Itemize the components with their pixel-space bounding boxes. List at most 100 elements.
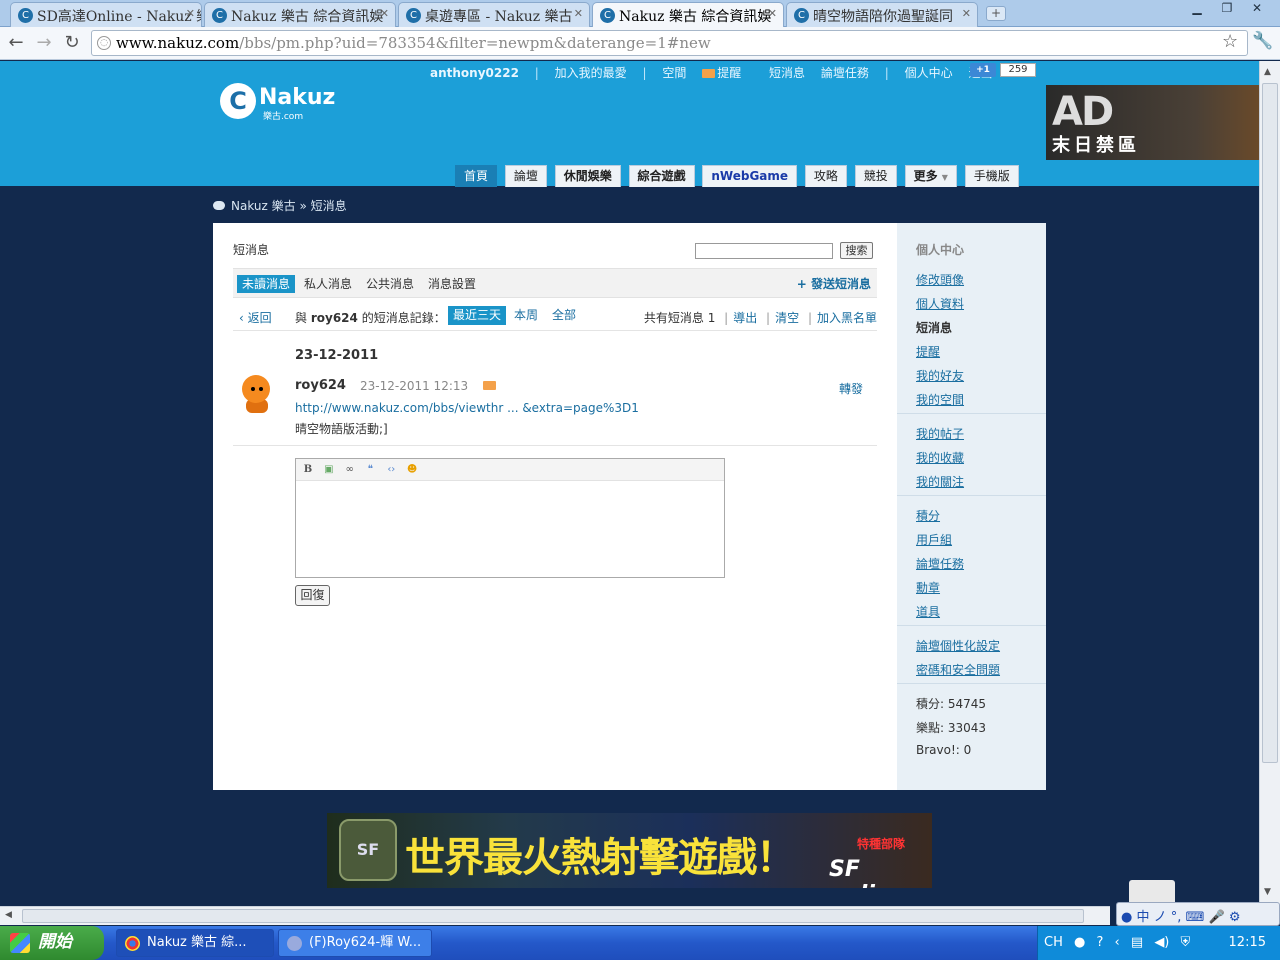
clear-link[interactable]: 清空 [775,311,799,325]
blacklist-link[interactable]: 加入黑名單 [817,311,877,325]
tab-private[interactable]: 私人消息 [304,275,352,293]
forward-link[interactable]: 轉發 [839,380,863,397]
tray-arrow-icon[interactable]: ‹ [1115,926,1120,960]
export-link[interactable]: 導出 [733,311,757,325]
range-all[interactable]: 全部 [547,306,581,325]
search-input[interactable] [695,243,833,259]
vertical-scrollbar[interactable]: ▲ ▼ [1259,61,1280,906]
top-banner-ad[interactable]: AD 末日禁區 [1046,85,1259,160]
tab-unread[interactable]: 未讀消息 [237,275,296,293]
message-link[interactable]: http://www.nakuz.com/bbs/viewthr ... &ex… [295,401,639,415]
nav-auction[interactable]: 競投 [854,165,897,187]
nav-webgame[interactable]: nWebGame [702,165,798,187]
scroll-left-icon[interactable]: ◀ [5,910,12,920]
reply-editor[interactable]: B ▣ ∞ ❝ ‹› ☻ [295,458,725,578]
security-shield-icon[interactable]: ⛨ [1181,926,1191,960]
vertical-scroll-thumb[interactable] [1262,83,1278,763]
search-button[interactable]: 搜索 [840,242,873,259]
sidebar-item-avatar[interactable]: 修改頭像 [916,271,964,288]
ime-mic-icon[interactable]: 🎤 [1208,910,1224,925]
sidebar-item-credits[interactable]: 積分 [916,507,940,524]
user-center-link[interactable]: 個人中心 [905,66,953,80]
breadcrumb-home[interactable]: Nakuz 樂古 [231,199,296,213]
reply-button[interactable]: 回復 [295,585,330,606]
new-tab-button[interactable]: + [986,6,1006,21]
reload-icon[interactable]: ↻ [61,32,83,54]
horizontal-scrollbar[interactable]: ◀ [0,906,1110,925]
browser-tab-2[interactable]: C Nakuz 樂古 綜合資訊娛 ✕ [204,2,396,27]
sidebar-item-medals[interactable]: 勳章 [916,579,940,596]
sidebar-item-security[interactable]: 密碼和安全問題 [916,661,1000,678]
space-link[interactable]: 空間 [662,66,686,80]
close-icon[interactable]: ✕ [962,7,971,20]
sidebar-item-tasks[interactable]: 論壇任務 [916,555,964,572]
minimize-icon[interactable]: ▁ [1182,1,1212,17]
volume-icon[interactable]: ◀) [1154,926,1169,960]
nav-games[interactable]: 綜合遊戲 [628,165,695,187]
restore-icon[interactable]: ❐ [1212,1,1242,17]
sidebar-item-friends[interactable]: 我的好友 [916,367,964,384]
close-icon[interactable]: ✕ [380,7,389,20]
help-icon[interactable]: ? [1096,926,1103,960]
send-pm-button[interactable]: + 發送短消息 [797,275,871,292]
horizontal-scroll-thumb[interactable] [22,909,1084,923]
browser-tab-4-active[interactable]: C Nakuz 樂古 綜合資訊娛 ✕ [592,2,784,28]
forward-arrow-icon[interactable]: → [33,32,55,54]
sidebar-item-items[interactable]: 道具 [916,603,940,620]
tab-settings[interactable]: 消息設置 [428,275,476,293]
taskbar-item-messenger[interactable]: (F)Roy624-輝 W... [278,929,432,957]
code-icon[interactable]: ‹› [383,462,399,478]
nav-leisure[interactable]: 休閒娛樂 [554,165,621,187]
browser-tab-3[interactable]: C 桌遊專區 - Nakuz 樂古 ✕ [398,2,590,27]
message-author[interactable]: roy624 [295,378,346,393]
sidebar-item-pm[interactable]: 短消息 [916,319,952,336]
avatar[interactable] [240,375,272,413]
browser-tab-1[interactable]: C SD高達Online - Nakuz 樂 ✕ [10,2,202,27]
forum-task-link[interactable]: 論壇任務 [821,66,869,80]
scroll-down-icon[interactable]: ▼ [1264,887,1271,897]
bottom-banner-ad[interactable]: SF 世界最火熱射擊遊戲！ 特種部隊 SF online [327,813,932,888]
nav-more[interactable]: 更多 ▼ [904,165,957,187]
nav-home[interactable]: 首頁 [455,165,498,187]
browser-tab-5[interactable]: C 晴空物語陪你過聖誕同 ✕ [786,2,978,27]
nav-guides[interactable]: 攻略 [804,165,847,187]
range-3days[interactable]: 最近三天 [448,306,507,325]
sidebar-item-posts[interactable]: 我的帖子 [916,425,964,442]
smiley-icon[interactable]: ☻ [404,462,420,478]
sidebar-item-follows[interactable]: 我的關注 [916,473,964,490]
close-icon[interactable]: ✕ [574,7,583,20]
pm-link[interactable]: 短消息 [769,66,805,80]
ime-chinese-mode[interactable]: 中 [1136,910,1149,925]
bookmark-star-icon[interactable]: ☆ [1222,31,1238,52]
wrench-menu-icon[interactable]: 🔧 [1252,31,1273,51]
taskbar-item-chrome[interactable]: Nakuz 樂古 綜... [116,929,274,957]
ime-punct-icon[interactable]: °, [1171,910,1182,925]
sidebar-item-notify[interactable]: 提醒 [916,343,940,360]
sidebar-item-profile[interactable]: 個人資料 [916,295,964,312]
sidebar-item-space[interactable]: 我的空間 [916,391,964,408]
scroll-up-icon[interactable]: ▲ [1264,67,1271,77]
start-button[interactable]: 開始 [0,926,104,960]
sidebar-item-usergroup[interactable]: 用戶組 [916,531,952,548]
address-bar[interactable]: ◌ www.nakuz.com/bbs/pm.php?uid=783354&fi… [91,30,1248,56]
link-icon[interactable]: ∞ [342,462,358,478]
back-link[interactable]: ‹ 返回 [239,309,272,326]
tab-public[interactable]: 公共消息 [366,275,414,293]
username-link[interactable]: anthony0222 [430,66,519,80]
notify-link[interactable]: 提醒 [702,66,753,80]
close-icon[interactable]: ✕ [186,7,195,20]
ime-logo-icon[interactable]: ● [1121,910,1132,925]
nav-mobile[interactable]: 手機版 [964,165,1019,187]
nav-forum[interactable]: 論壇 [504,165,547,187]
ime-keyboard-icon[interactable]: ⌨ [1186,910,1205,925]
sidebar-item-favorites[interactable]: 我的收藏 [916,449,964,466]
image-icon[interactable]: ▣ [321,462,337,478]
ime-settings-icon[interactable]: ⚙ [1229,910,1241,925]
sidebar-item-personalize[interactable]: 論壇個性化設定 [916,637,1000,654]
back-arrow-icon[interactable]: ← [5,32,27,54]
add-favorite-link[interactable]: 加入我的最愛 [555,66,627,80]
ime-halfwidth-icon[interactable]: ノ [1154,910,1167,925]
quote-icon[interactable]: ❝ [362,462,378,478]
range-week[interactable]: 本周 [509,306,543,325]
ime-tray-icon[interactable]: ● [1074,926,1085,960]
